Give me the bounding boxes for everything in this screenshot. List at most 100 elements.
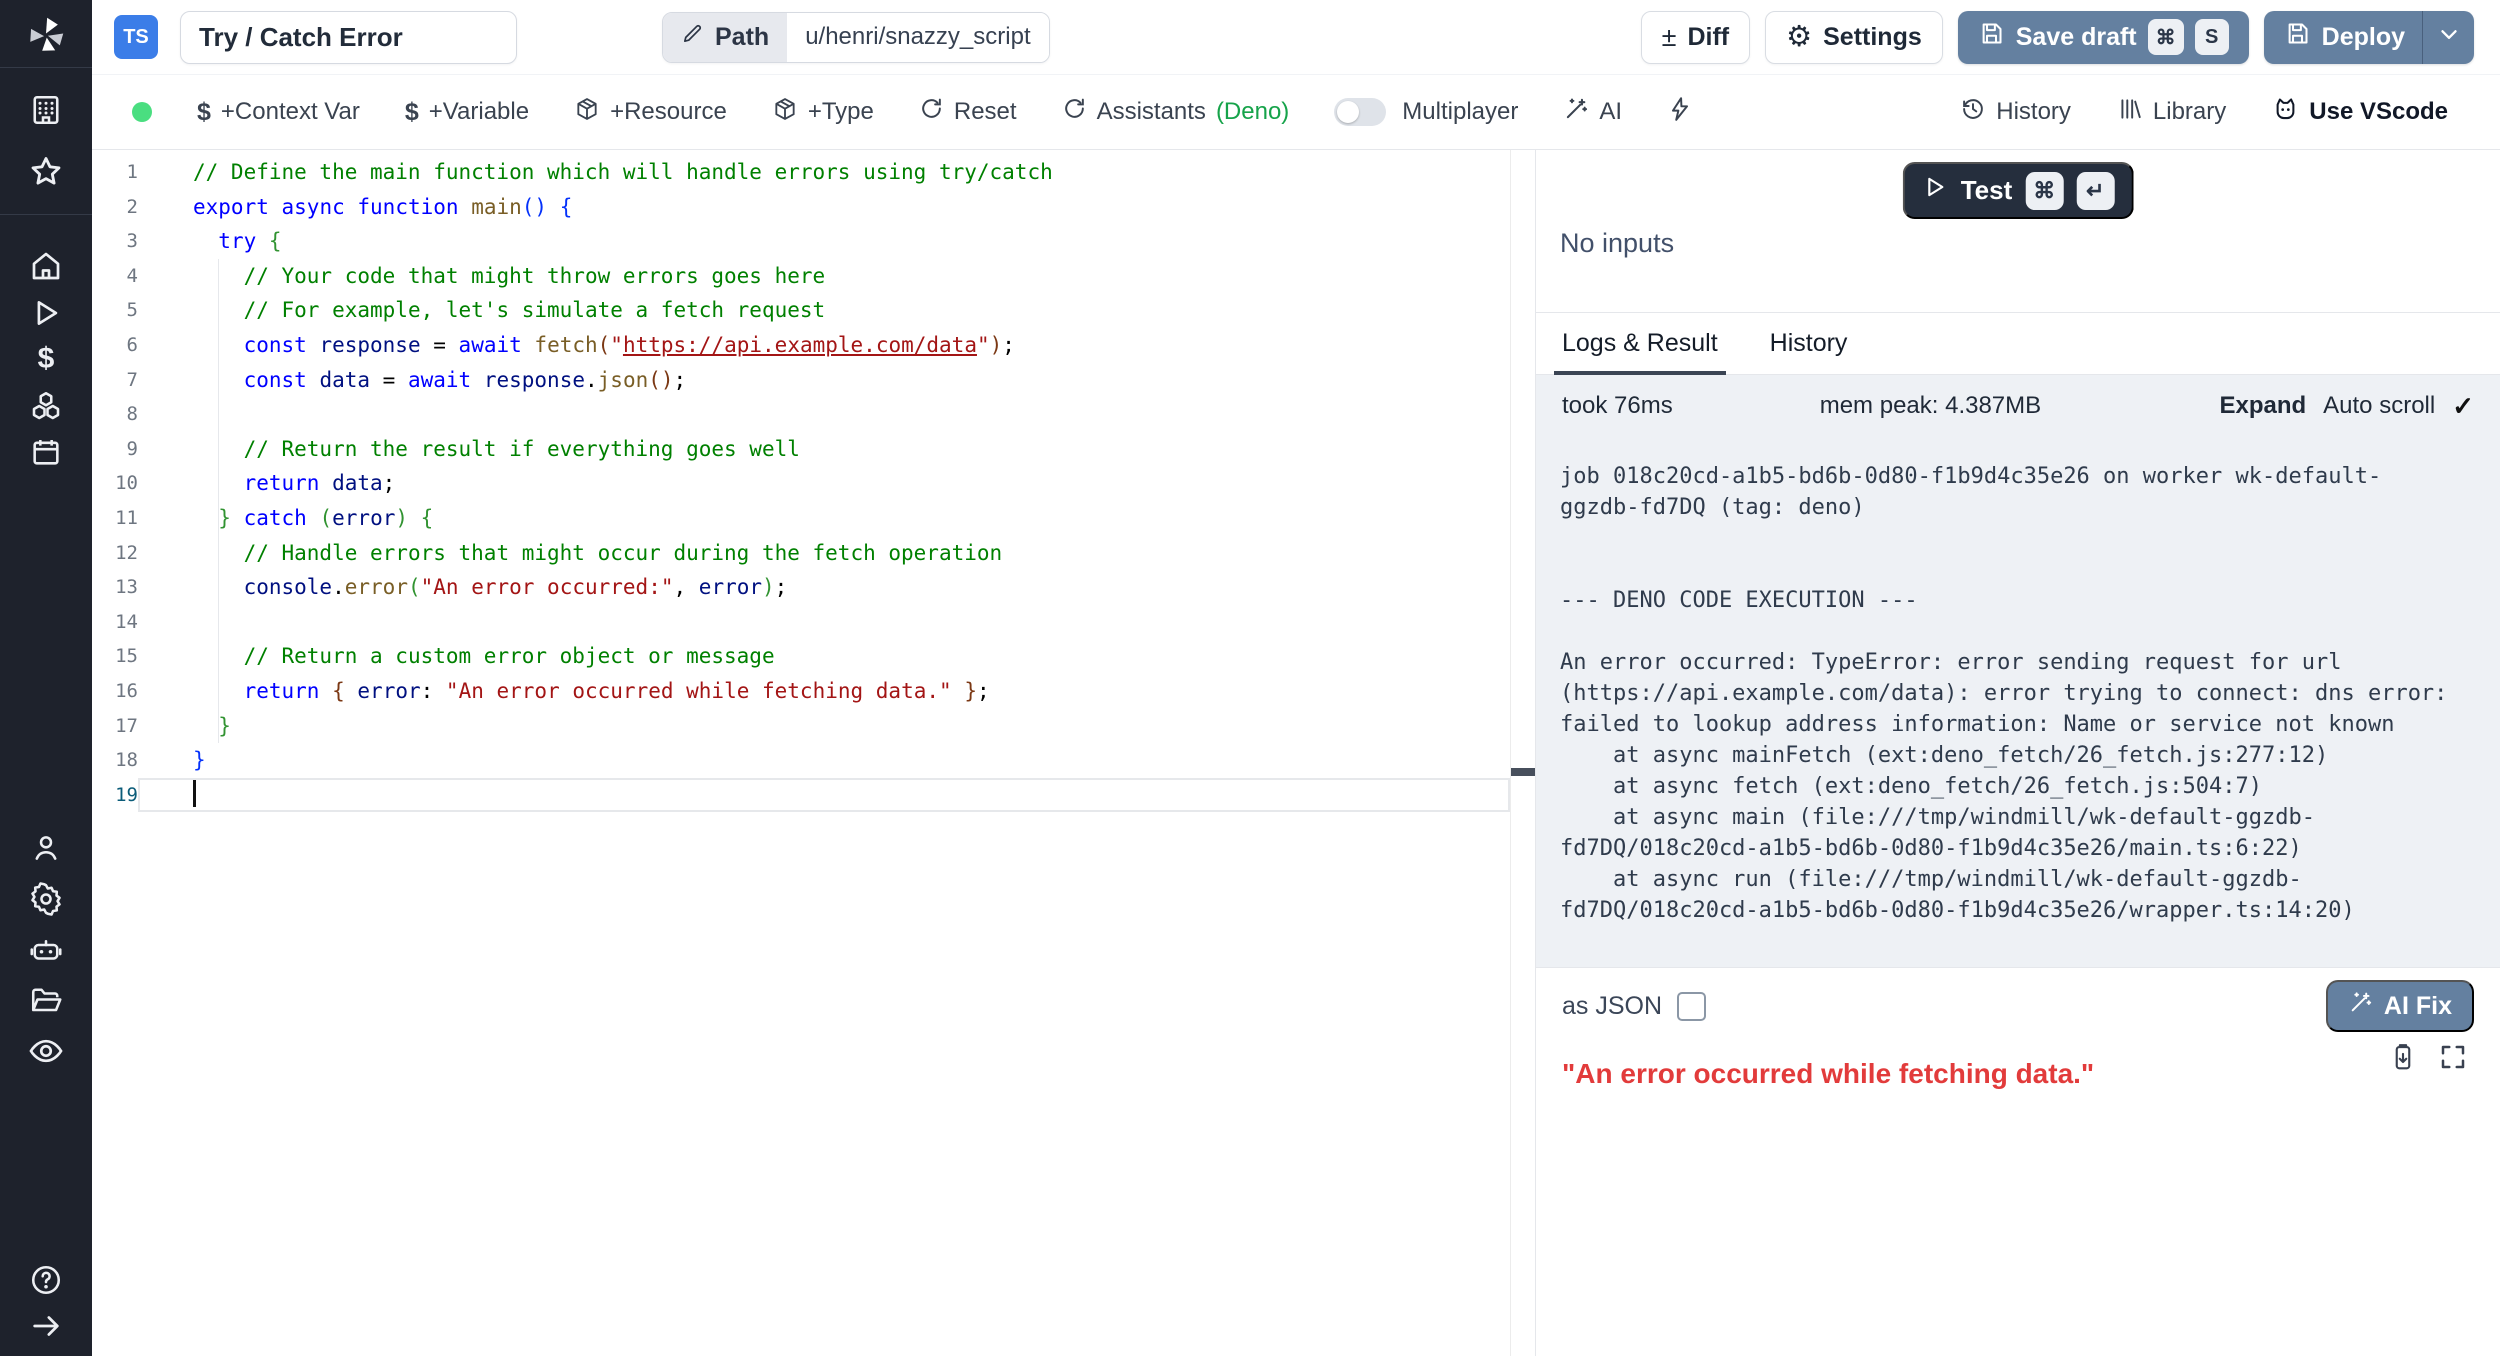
code-editor[interactable]: 1// Define the main function which will … <box>92 150 1510 1356</box>
code-line-7[interactable]: 7 const data = await response.json(); <box>92 363 1510 398</box>
settings-button[interactable]: ⚙ Settings <box>1765 11 1943 64</box>
multiplayer-toggle[interactable] <box>1334 98 1386 126</box>
resources-cubes-icon[interactable] <box>28 388 64 424</box>
script-title-input[interactable]: Try / Catch Error <box>180 11 517 64</box>
line-number: 9 <box>92 432 138 467</box>
add-context-var-button[interactable]: $ +Context Var <box>197 98 360 127</box>
duration-text: took 76ms <box>1562 392 1673 420</box>
library-label: Library <box>2153 98 2226 126</box>
deploy-icon <box>2284 20 2311 54</box>
add-type-button[interactable]: +Type <box>772 96 874 129</box>
magic-wand-icon <box>2348 990 2373 1022</box>
expand-logs-button[interactable]: Expand <box>2219 392 2306 420</box>
tab-logs-and-result[interactable]: Logs & Result <box>1562 313 1718 374</box>
plus-minus-icon: ± <box>1662 22 1677 53</box>
diff-label: Diff <box>1687 23 1729 52</box>
reset-button[interactable]: Reset <box>919 96 1017 128</box>
expand-result-icon[interactable] <box>2438 1042 2468 1077</box>
workers-robot-icon[interactable] <box>28 933 64 969</box>
code-line-2[interactable]: 2export async function main() { <box>92 190 1510 225</box>
code-line-15[interactable]: 15 // Return a custom error object or me… <box>92 639 1510 674</box>
line-number: 6 <box>92 328 138 363</box>
package-icon <box>772 96 798 129</box>
vscode-icon <box>2272 95 2299 129</box>
code-line-4[interactable]: 4 // Your code that might throw errors g… <box>92 259 1510 294</box>
assistants-button[interactable]: Assistants (Deno) <box>1062 96 1290 128</box>
line-number: 13 <box>92 570 138 605</box>
history-button[interactable]: History <box>1960 96 2071 129</box>
app-sidebar: $ <box>0 0 92 1356</box>
multiplayer-control: Multiplayer <box>1334 98 1518 126</box>
code-line-6[interactable]: 6 const response = await fetch("https://… <box>92 328 1510 363</box>
diff-button[interactable]: ± Diff <box>1641 11 1750 64</box>
code-line-14[interactable]: 14 <box>92 605 1510 640</box>
tab-history[interactable]: History <box>1770 313 1848 374</box>
runs-play-icon[interactable] <box>29 296 63 330</box>
autoscroll-label[interactable]: Auto scroll <box>2323 392 2435 420</box>
pencil-icon <box>681 22 704 52</box>
settings-gear-icon[interactable] <box>28 881 64 917</box>
run-status-row: took 76ms mem peak: 4.387MB Expand Auto … <box>1536 375 2500 437</box>
line-number: 16 <box>92 674 138 709</box>
path-label-segment[interactable]: Path <box>663 13 787 62</box>
deploy-button[interactable]: Deploy <box>2264 11 2474 64</box>
dollar-icon: $ <box>197 98 211 127</box>
expand-sidebar-arrow-icon[interactable] <box>29 1309 63 1343</box>
editor-toolbar: $ +Context Var $ +Variable +Resource <box>92 75 2500 150</box>
code-line-12[interactable]: 12 // Handle errors that might occur dur… <box>92 536 1510 571</box>
chevron-down-icon[interactable] <box>2436 21 2462 54</box>
code-line-1[interactable]: 1// Define the main function which will … <box>92 155 1510 190</box>
line-number: 12 <box>92 536 138 571</box>
trigger-lightning-button[interactable] <box>1667 96 1693 129</box>
variables-dollar-icon[interactable]: $ <box>38 344 55 374</box>
audit-logs-eye-icon[interactable] <box>27 1032 65 1070</box>
code-line-10[interactable]: 10 return data; <box>92 466 1510 501</box>
workspace-icon[interactable] <box>28 92 64 128</box>
use-vscode-label: Use VScode <box>2309 98 2448 126</box>
user-icon[interactable] <box>29 831 63 865</box>
code-line-3[interactable]: 3 try { <box>92 224 1510 259</box>
code-line-17[interactable]: 17 } <box>92 709 1510 744</box>
folders-icon[interactable] <box>28 983 64 1019</box>
code-line-8[interactable]: 8 <box>92 397 1510 432</box>
run-controls-section: Test ⌘ ↵ No inputs <box>1536 150 2500 313</box>
multiplayer-label: Multiplayer <box>1402 98 1518 126</box>
code-line-5[interactable]: 5 // For example, let's simulate a fetch… <box>92 293 1510 328</box>
path-control[interactable]: Path u/henri/snazzy_script <box>662 12 1050 63</box>
add-resource-button[interactable]: +Resource <box>574 96 727 129</box>
copy-result-icon[interactable] <box>2388 1042 2418 1077</box>
save-draft-label: Save draft <box>2016 23 2137 52</box>
add-variable-button[interactable]: $ +Variable <box>405 98 529 127</box>
line-number: 2 <box>92 190 138 225</box>
as-json-checkbox[interactable] <box>1677 992 1706 1021</box>
line-number: 14 <box>92 605 138 640</box>
help-icon[interactable] <box>28 1262 64 1298</box>
log-output-area[interactable]: job 018c20cd-a1b5-bd6b-0d80-f1b9d4c35e26… <box>1536 437 2500 968</box>
ai-fix-button[interactable]: AI Fix <box>2326 980 2474 1032</box>
lightning-icon <box>1667 96 1693 129</box>
library-button[interactable]: Library <box>2117 96 2226 129</box>
favorites-star-icon[interactable] <box>27 153 65 191</box>
ai-button[interactable]: AI <box>1563 96 1622 129</box>
code-line-19[interactable]: 19 <box>92 778 1510 813</box>
code-line-11[interactable]: 11 } catch (error) { <box>92 501 1510 536</box>
editor-overview-ruler[interactable] <box>1510 150 1535 1356</box>
library-icon <box>2117 96 2143 129</box>
ai-label: AI <box>1599 98 1622 126</box>
code-line-13[interactable]: 13 console.error("An error occurred:", e… <box>92 570 1510 605</box>
code-line-16[interactable]: 16 return { error: "An error occurred wh… <box>92 674 1510 709</box>
typescript-badge: TS <box>114 15 158 59</box>
save-draft-button[interactable]: Save draft ⌘ S <box>1958 11 2249 64</box>
code-line-9[interactable]: 9 // Return the result if everything goe… <box>92 432 1510 467</box>
enter-key-badge: ↵ <box>2076 172 2114 210</box>
test-button[interactable]: Test ⌘ ↵ <box>1903 162 2134 219</box>
gear-icon: ⚙ <box>1786 23 1812 52</box>
code-line-18[interactable]: 18} <box>92 743 1510 778</box>
line-number: 11 <box>92 501 138 536</box>
path-value[interactable]: u/henri/snazzy_script <box>787 13 1048 62</box>
use-vscode-button[interactable]: Use VScode <box>2272 95 2448 129</box>
home-icon[interactable] <box>28 248 64 284</box>
windmill-logo-icon[interactable] <box>23 12 69 58</box>
schedules-calendar-icon[interactable] <box>29 435 63 469</box>
checkmark-icon[interactable]: ✓ <box>2452 391 2474 422</box>
